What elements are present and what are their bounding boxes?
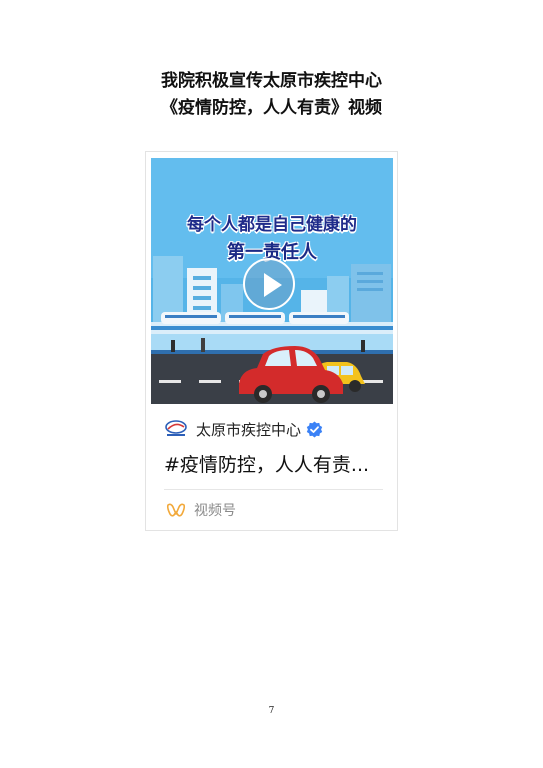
channels-label: 视频号 (194, 503, 236, 519)
cover-headline-line-1: 每个人都是自己健康的 (187, 215, 357, 235)
cdc-logo-icon (165, 420, 187, 436)
channels-footer[interactable]: 视频号 (166, 500, 236, 520)
card-divider (164, 489, 383, 490)
verified-badge-icon (306, 421, 323, 437)
document-title: 我院积极宣传太原市疾控中心 《疫情防控，人人有责》视频 (0, 68, 543, 122)
video-cover[interactable]: 每个人都是自己健康的 第一责任人 (151, 158, 393, 404)
title-line-2: 《疫情防控，人人有责》视频 (161, 98, 382, 118)
video-card[interactable]: 每个人都是自己健康的 第一责任人 太原市疾控中心 #疫情防控，人人有责... 视… (145, 151, 398, 531)
page-number: 7 (268, 706, 275, 716)
channel-name[interactable]: 太原市疾控中心 (196, 419, 301, 440)
post-title[interactable]: #疫情防控，人人有责... (164, 450, 369, 477)
play-button[interactable] (243, 258, 295, 310)
title-line-1: 我院积极宣传太原市疾控中心 (161, 71, 382, 91)
play-icon (264, 273, 282, 297)
wechat-channels-icon (166, 503, 186, 517)
channel-row[interactable]: 太原市疾控中心 (164, 418, 323, 440)
